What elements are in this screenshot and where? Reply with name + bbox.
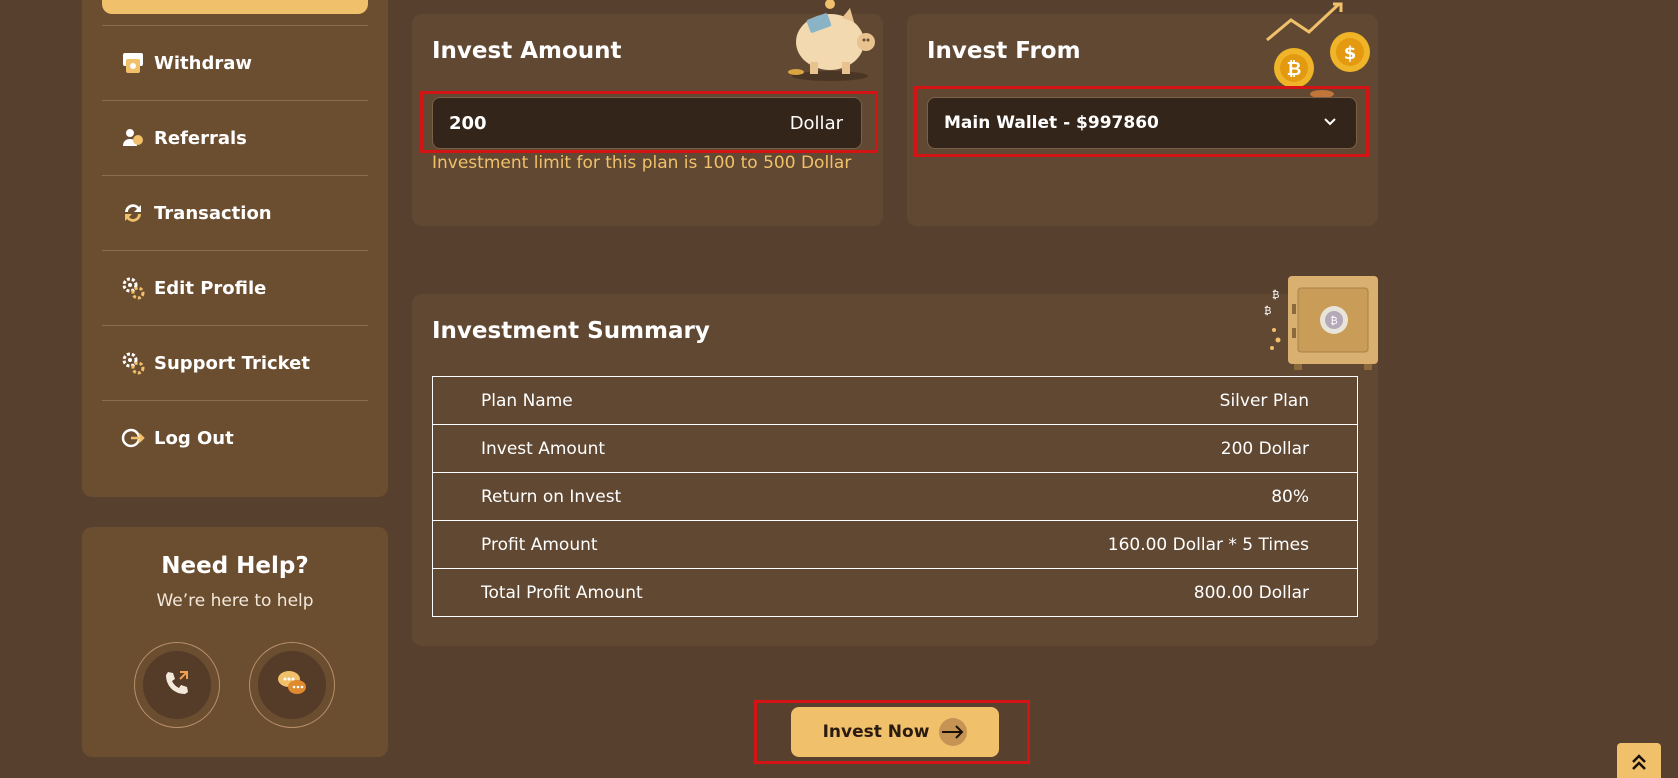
row-value: 160.00 Dollar * 5 Times bbox=[1107, 534, 1309, 555]
piggy-bank-icon bbox=[780, 0, 880, 86]
gear-icon bbox=[120, 350, 146, 376]
investment-summary-card: Investment Summary ₿ ₿ ₿ Plan Name Silver P… bbox=[412, 276, 1378, 646]
row-value: Silver Plan bbox=[1219, 390, 1309, 411]
table-row: Return on Invest 80% bbox=[432, 472, 1358, 521]
call-button[interactable] bbox=[134, 642, 220, 728]
sidebar-item-support-ticket[interactable]: Support Tricket bbox=[102, 325, 368, 400]
row-label: Total Profit Amount bbox=[481, 582, 643, 603]
svg-text:₿: ₿ bbox=[1287, 59, 1302, 80]
svg-text:₿: ₿ bbox=[1264, 305, 1271, 317]
table-row: Plan Name Silver Plan bbox=[432, 376, 1358, 425]
scroll-to-top-button[interactable] bbox=[1617, 743, 1661, 778]
sidebar-item-label: Log Out bbox=[154, 427, 234, 449]
referrals-icon bbox=[120, 125, 146, 151]
transaction-icon bbox=[120, 200, 146, 226]
sidebar-item-withdraw[interactable]: Withdraw bbox=[102, 25, 368, 100]
table-row: Profit Amount 160.00 Dollar * 5 Times bbox=[432, 520, 1358, 569]
sidebar-item-transaction[interactable]: Transaction bbox=[102, 175, 368, 250]
phone-icon bbox=[162, 668, 192, 702]
sidebar-item-edit-profile[interactable]: Edit Profile bbox=[102, 250, 368, 325]
sidebar-item-label: Support Tricket bbox=[154, 352, 310, 374]
row-label: Profit Amount bbox=[481, 534, 598, 555]
help-subtitle: We’re here to help bbox=[156, 591, 314, 611]
row-label: Invest Amount bbox=[481, 438, 606, 459]
sidebar-item-label: Referrals bbox=[154, 127, 247, 149]
sidebar-item-log-out[interactable]: Log Out bbox=[102, 400, 368, 475]
logout-icon bbox=[120, 425, 146, 451]
chat-button[interactable] bbox=[249, 642, 335, 728]
table-row: Invest Amount 200 Dollar bbox=[432, 424, 1358, 473]
help-card: Need Help? We’re here to help bbox=[82, 527, 388, 757]
sidebar-item-label: Withdraw bbox=[154, 52, 252, 74]
safe-icon: ₿ ₿ ₿ bbox=[1258, 274, 1378, 378]
investment-summary-title: Investment Summary bbox=[432, 318, 710, 344]
svg-text:₿: ₿ bbox=[1330, 315, 1337, 327]
row-label: Plan Name bbox=[481, 390, 573, 411]
invest-from-title: Invest From bbox=[927, 38, 1081, 64]
chat-icon bbox=[276, 668, 308, 702]
sidebar-item-referrals[interactable]: Referrals bbox=[102, 100, 368, 175]
svg-text:₿: ₿ bbox=[1272, 289, 1279, 301]
sidebar-item-label: Transaction bbox=[154, 202, 272, 224]
highlight-box bbox=[754, 700, 1030, 764]
double-chevron-up-icon bbox=[1630, 753, 1648, 775]
gear-icon bbox=[120, 275, 146, 301]
table-row: Total Profit Amount 800.00 Dollar bbox=[432, 568, 1358, 617]
summary-table: Plan Name Silver Plan Invest Amount 200 Do… bbox=[432, 376, 1358, 617]
sidebar-item-label: Edit Profile bbox=[154, 277, 267, 299]
svg-text:$: $ bbox=[1344, 43, 1357, 64]
row-value: 800.00 Dollar bbox=[1193, 582, 1309, 603]
sidebar-active-item[interactable] bbox=[102, 0, 368, 14]
row-label: Return on Invest bbox=[481, 486, 622, 507]
withdraw-icon bbox=[120, 50, 146, 76]
row-value: 200 Dollar bbox=[1220, 438, 1309, 459]
help-title: Need Help? bbox=[161, 553, 309, 579]
highlight-box bbox=[420, 91, 878, 153]
highlight-box bbox=[914, 86, 1369, 157]
investment-limit-text: Investment limit for this plan is 100 to… bbox=[432, 153, 852, 173]
invest-amount-title: Invest Amount bbox=[432, 38, 622, 64]
sidebar: Withdraw Referrals Transaction Edit Prof… bbox=[82, 0, 388, 497]
row-value: 80% bbox=[1271, 486, 1309, 507]
